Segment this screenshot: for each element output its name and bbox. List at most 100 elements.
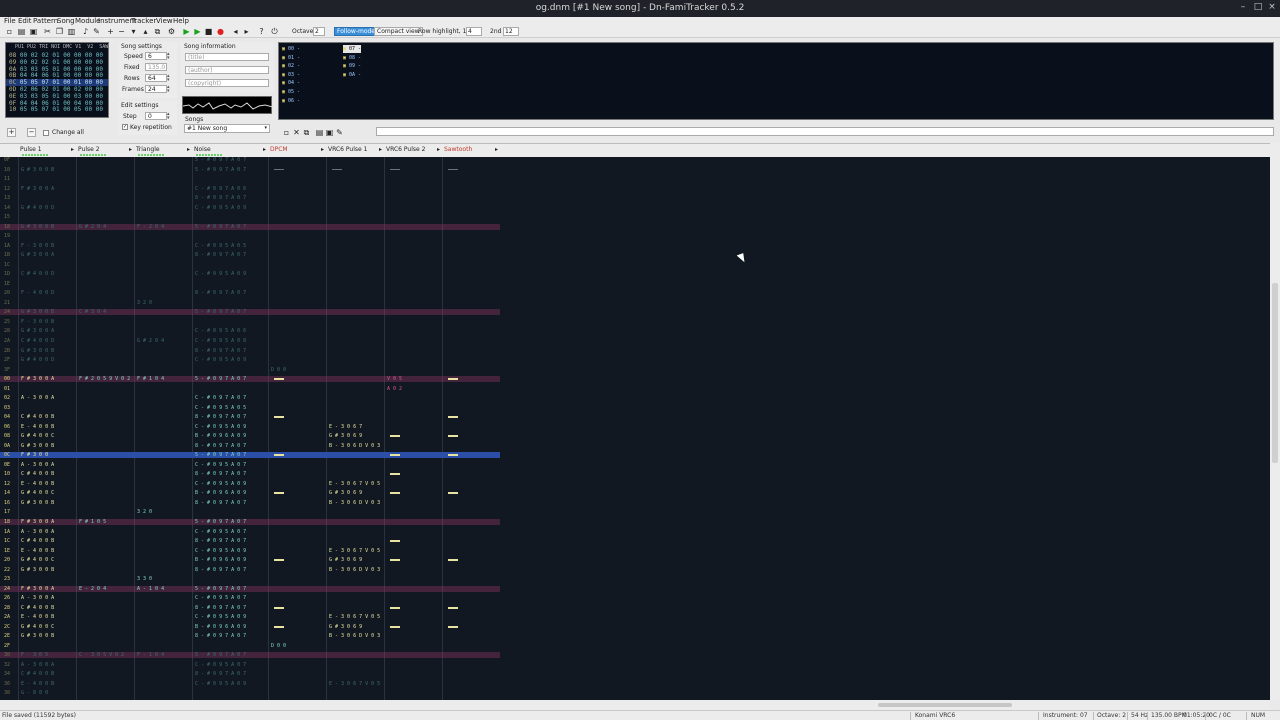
pattern-cell[interactable]: C - 3 0 5 V 0 2 bbox=[79, 652, 124, 658]
pattern-cell[interactable]: A - 3 0 0 A bbox=[21, 462, 54, 468]
help-icon[interactable]: ? bbox=[257, 27, 266, 36]
pattern-cell[interactable]: C # 4 0 0 B bbox=[21, 538, 54, 544]
speed-input[interactable]: 6 bbox=[145, 52, 167, 60]
pattern-cell[interactable]: F - 4 0 0 D bbox=[21, 290, 54, 296]
pattern-cell[interactable]: C - # 0 9 5 A 0 9 bbox=[195, 271, 246, 277]
pattern-cell[interactable]: G # 4 0 0 D bbox=[21, 357, 54, 363]
pattern-row[interactable]: 1C C # 4 0 0 B 8 - # 0 9 7 A 0 7 bbox=[0, 538, 500, 544]
pattern-cell[interactable]: B - 3 0 6 D V 0 3 bbox=[329, 633, 380, 639]
pattern-row[interactable]: 0F 5 - # 0 9 7 A 0 7 bbox=[0, 157, 500, 163]
horizontal-scrollbar[interactable] bbox=[0, 700, 1270, 710]
next-song-icon[interactable]: ▸ bbox=[242, 27, 251, 36]
channel-expand-icon[interactable]: ▸ bbox=[321, 146, 324, 153]
pattern-cell[interactable]: B - 3 0 6 D V 0 3 bbox=[329, 500, 380, 506]
pattern-row[interactable]: 0E A - 3 0 0 A C - # 0 9 5 A 0 7 bbox=[0, 462, 500, 468]
pattern-cell[interactable]: E - 3 0 6 7 V 0 5 bbox=[329, 681, 380, 687]
pattern-cell[interactable]: E - 3 0 6 7 bbox=[329, 424, 362, 430]
pattern-cell[interactable]: C - # 0 9 5 A 0 5 bbox=[195, 243, 246, 249]
pattern-row[interactable]: 19 bbox=[0, 233, 500, 239]
pattern-cell[interactable]: C # 4 0 0 B bbox=[21, 414, 54, 420]
maximize-icon[interactable]: □ bbox=[1251, 2, 1265, 14]
pattern-cell[interactable]: C - # 0 9 7 A 0 7 bbox=[195, 395, 246, 401]
instrument-item[interactable]: ▣ 03 - bbox=[282, 71, 300, 79]
pattern-cell[interactable]: G - 8 0 0 bbox=[21, 690, 48, 696]
pattern-cell[interactable]: 5 - # 0 9 7 A 0 7 bbox=[195, 167, 246, 173]
pattern-row[interactable]: 1E E - 4 0 0 B C - # 0 9 5 A 0 9 E - 3 0 6 … bbox=[0, 548, 500, 554]
pattern-cell[interactable]: G # 2 0 4 bbox=[79, 224, 106, 230]
octave-select[interactable]: 2 bbox=[313, 27, 325, 36]
pattern-cell[interactable]: C - # 0 9 5 A 0 8 bbox=[195, 338, 246, 344]
pattern-cell[interactable]: 8 - # 0 9 7 A 0 7 bbox=[195, 443, 246, 449]
pattern-cell[interactable]: F # 3 0 0 A bbox=[21, 586, 54, 592]
copy-icon[interactable]: ❐ bbox=[55, 27, 64, 36]
change-all-checkbox[interactable] bbox=[43, 130, 49, 136]
vertical-scrollbar[interactable] bbox=[1270, 143, 1280, 700]
pattern-row[interactable]: 14 G # 4 0 0 D C - # 0 9 5 A 0 9 bbox=[0, 205, 500, 211]
frame-row[interactable]: 0D 02 06 02 01 00 02 00 00 bbox=[6, 86, 108, 93]
instrument-item[interactable]: ▣ 09 - bbox=[343, 62, 361, 70]
pattern-cell[interactable]: E - 3 0 6 7 V 0 5 bbox=[329, 481, 380, 487]
rows-spin-icon[interactable]: ▴ ▾ bbox=[167, 74, 172, 83]
row-highlight-1st-input[interactable]: 4 bbox=[466, 27, 482, 36]
pattern-cell[interactable]: G # 4 0 0 C bbox=[21, 624, 54, 630]
open-file-icon[interactable]: ▤ bbox=[17, 27, 26, 36]
vertical-scrollbar-thumb[interactable] bbox=[1272, 283, 1278, 463]
pattern-cell[interactable]: 5 - # 0 9 7 A 0 7 bbox=[195, 376, 246, 382]
pattern-row[interactable]: 1E bbox=[0, 281, 500, 287]
pattern-cell[interactable]: C - # 0 9 5 A 0 9 bbox=[195, 548, 246, 554]
pattern-cell[interactable]: G # 3 0 0 B bbox=[21, 633, 54, 639]
pattern-cell[interactable]: 8 - # 0 9 7 A 0 7 bbox=[195, 348, 246, 354]
pattern-row[interactable]: 0C F # 3 0 0 5 - # 0 9 7 A 0 7 bbox=[0, 452, 500, 459]
frame-row[interactable]: 0A 03 03 05 01 00 00 00 00 bbox=[6, 66, 108, 73]
channel-header-dpcm[interactable]: DPCM ▸ bbox=[270, 146, 326, 156]
pattern-row[interactable]: 26 A - 3 0 0 A C - # 0 9 5 A 0 7 bbox=[0, 595, 500, 601]
pattern-cell[interactable]: C - # 0 9 5 A 0 9 bbox=[195, 424, 246, 430]
rows-input[interactable]: 64 bbox=[145, 74, 167, 82]
add-frame-icon[interactable]: + bbox=[7, 128, 16, 137]
pattern-row[interactable]: 28 G # 3 0 0 A C - # 0 9 5 A 0 6 bbox=[0, 328, 500, 334]
pattern-row[interactable]: 2F G # 4 0 0 D C - # 0 9 5 A 0 9 bbox=[0, 357, 500, 363]
instrument-icon[interactable]: ♪ bbox=[81, 27, 90, 36]
new-file-icon[interactable]: ▫ bbox=[5, 27, 14, 36]
pattern-cell[interactable]: G # 3 0 0 B bbox=[21, 348, 54, 354]
frames-spin-icon[interactable]: ▴ ▾ bbox=[167, 85, 172, 94]
pattern-row[interactable]: 10 C # 4 0 0 B 8 - # 0 9 7 A 0 7 bbox=[0, 471, 500, 477]
pattern-cell[interactable]: C # 4 0 0 B bbox=[21, 605, 54, 611]
pattern-cell[interactable]: 8 - # 0 9 7 A 0 7 bbox=[195, 471, 246, 477]
channel-expand-icon[interactable]: ▸ bbox=[437, 146, 440, 153]
pattern-row[interactable]: 01 A 0 2 bbox=[0, 386, 500, 392]
instrument-name-input[interactable] bbox=[376, 127, 1274, 136]
pattern-row[interactable]: 23 3 3 0 bbox=[0, 576, 500, 582]
pattern-cell[interactable]: B - 3 0 6 D V 0 3 bbox=[329, 567, 380, 573]
channel-expand-icon[interactable]: ▸ bbox=[187, 146, 190, 153]
pattern-cell[interactable]: E - 4 0 0 B bbox=[21, 424, 54, 430]
song-title-input[interactable]: (title) bbox=[185, 53, 269, 61]
pattern-cell[interactable]: G # 3 0 0 B bbox=[21, 500, 54, 506]
pattern-cell[interactable]: C # 3 0 4 bbox=[79, 309, 106, 315]
pattern-cell[interactable]: 5 - # 0 9 7 A 0 7 bbox=[195, 224, 246, 230]
menu-item-file[interactable]: File bbox=[4, 17, 16, 26]
pattern-cell[interactable]: A 0 2 bbox=[387, 386, 402, 392]
pattern-cell[interactable]: 8 - # 0 9 7 A 0 7 bbox=[195, 252, 246, 258]
pattern-row[interactable]: 16 G # 3 0 0 B 8 - # 0 9 7 A 0 7 B - 3 0 6 … bbox=[0, 500, 500, 506]
pattern-cell[interactable]: D 0 0 bbox=[271, 643, 286, 649]
pattern-cell[interactable]: F - 3 0 0 B bbox=[21, 319, 54, 325]
save-instrument-icon[interactable]: ▣ bbox=[325, 128, 334, 137]
pattern-cell[interactable]: G # 3 0 0 B bbox=[21, 309, 54, 315]
pattern-cell[interactable]: 8 - # 0 9 7 A 0 7 bbox=[195, 500, 246, 506]
pattern-cell[interactable]: E - 4 0 0 B bbox=[21, 681, 54, 687]
horizontal-scrollbar-thumb[interactable] bbox=[878, 703, 1012, 707]
pattern-cell[interactable]: A - 3 0 0 A bbox=[21, 395, 54, 401]
pattern-row[interactable]: 15 bbox=[0, 214, 500, 220]
step-spin-icon[interactable]: ▴ ▾ bbox=[167, 112, 172, 121]
pattern-cell[interactable]: F - 1 0 4 bbox=[137, 652, 164, 658]
frame-row[interactable]: 10 05 05 07 01 00 05 00 00 bbox=[6, 106, 108, 113]
frames-input[interactable]: 24 bbox=[145, 85, 167, 93]
play-icon[interactable]: ▶ bbox=[182, 27, 191, 36]
instrument-item[interactable]: ▣ 00 - bbox=[282, 45, 300, 53]
pattern-cell[interactable]: 5 - # 0 9 7 A 0 7 bbox=[195, 452, 246, 458]
pattern-row[interactable]: 1D C # 4 0 0 D C - # 0 9 5 A 0 9 bbox=[0, 271, 500, 277]
pattern-row[interactable]: 20 F - 4 0 0 D 8 - # 0 9 7 A 0 7 bbox=[0, 290, 500, 296]
pattern-cell[interactable]: F # 3 0 0 A bbox=[21, 376, 54, 382]
pattern-cell[interactable]: B - 3 0 6 D V 0 3 bbox=[329, 443, 380, 449]
